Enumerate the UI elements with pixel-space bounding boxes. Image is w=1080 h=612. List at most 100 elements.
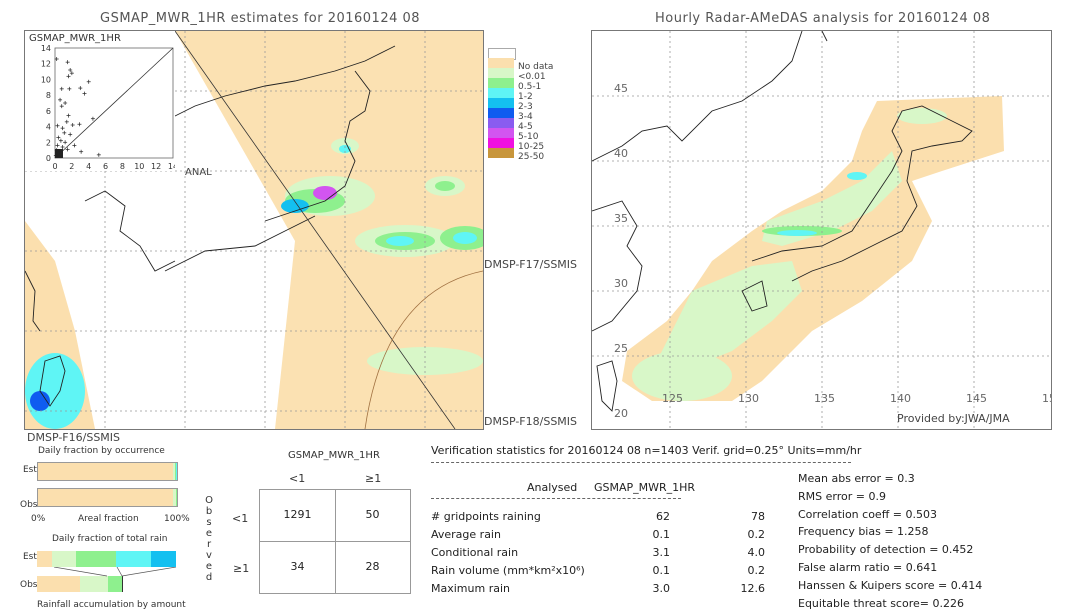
- scatter-xtick: 6: [103, 162, 108, 171]
- verification-gsmap: 78: [751, 510, 765, 523]
- contingency-cell: 34: [290, 560, 305, 573]
- legend-label: 10-25: [518, 142, 545, 152]
- contingency-cell: 50: [365, 508, 380, 521]
- scatter-yticks: 14 12 10 8 6 4 2 0: [41, 44, 51, 163]
- verification-analysed: 3.1: [652, 546, 671, 559]
- contingency-cell: 1291: [283, 508, 312, 521]
- scatter-ytick: 6: [46, 107, 51, 116]
- legend-swatch: [488, 88, 514, 98]
- legend-swatch: [488, 108, 514, 118]
- latitude-label: 45: [614, 82, 628, 95]
- scatter-point: [58, 138, 63, 143]
- data-credit: Provided by:JWA/JMA: [897, 412, 1010, 425]
- verification-score: False alarm ratio = 0.641: [798, 561, 938, 574]
- rain-area: [313, 186, 337, 200]
- scatter-xtick: 4: [86, 162, 91, 171]
- occurrence-obs-label: Obs: [20, 500, 38, 510]
- scatter-ytick: 2: [46, 138, 51, 147]
- scatter-point: [65, 60, 70, 65]
- legend-swatch: [488, 78, 514, 88]
- total-rain-title: Daily fraction of total rain: [52, 534, 168, 544]
- fraction-segment: [38, 463, 173, 480]
- accumulation-title: Rainfall accumulation by amount: [37, 600, 186, 610]
- scatter-xtick: 8: [120, 162, 125, 171]
- legend-swatch: [488, 148, 514, 158]
- fraction-segment: [150, 551, 176, 567]
- scatter-diagonal: [54, 47, 174, 159]
- scatter-point: [55, 143, 60, 148]
- scatter-point: [63, 101, 68, 105]
- latitude-label: 20: [614, 407, 628, 420]
- satellite-label-f16: DMSP-F16/SSMIS: [27, 431, 121, 444]
- rain-area: [386, 236, 414, 246]
- scatter-ytick: 10: [41, 75, 51, 84]
- scatter-point: [77, 122, 82, 127]
- scatter-point: [79, 149, 84, 154]
- scatter-xticks: 0 2 4 6 8 10 12 14: [52, 162, 175, 171]
- verification-analysed: 62: [656, 510, 670, 523]
- occurrence-est-label: Est: [23, 465, 37, 475]
- scatter-point: [78, 86, 83, 91]
- scatter-point: [59, 104, 64, 109]
- rain-area: [25, 353, 85, 429]
- occurrence-obs-bar: [37, 488, 178, 507]
- axis-left-label: 0%: [31, 514, 46, 524]
- satellite-label-f17: DMSP-F17/SSMIS: [484, 258, 578, 271]
- divider: [431, 462, 851, 463]
- scatter-point: [96, 152, 101, 157]
- contingency-col-ge1: ≥1: [365, 472, 382, 485]
- col-analysed: Analysed: [527, 481, 578, 494]
- fraction-segment: [52, 551, 76, 567]
- scatter-xtick: 10: [134, 162, 144, 171]
- verification-score: Frequency bias = 1.258: [798, 525, 929, 539]
- col-gsmap: GSMAP_MWR_1HR: [594, 481, 696, 494]
- scatter-point: [64, 119, 69, 124]
- legend-label: 0.5-1: [518, 82, 542, 92]
- scatter-ytick: 14: [41, 44, 51, 53]
- verification-label: Maximum rain: [431, 582, 510, 595]
- scatter-point: [86, 79, 91, 84]
- scatter-point: [66, 113, 71, 118]
- latitude-label: 30: [614, 277, 628, 290]
- scatter-point: [59, 86, 64, 91]
- fraction-segment: [38, 489, 173, 506]
- verification-header: Verification statistics for 20160124 08 …: [431, 444, 862, 457]
- legend-swatch: [488, 98, 514, 108]
- legend-label: 5-10: [518, 132, 539, 142]
- longitude-label: 145: [966, 392, 987, 405]
- scatter-point: [56, 135, 61, 140]
- fraction-segment: [37, 576, 80, 592]
- contingency-side-label: Observed: [205, 495, 213, 583]
- scatter-ytick: 12: [41, 60, 51, 69]
- contingency-row-ge1: ≥1: [233, 562, 250, 575]
- scatter-point: [60, 126, 65, 131]
- left-map-title: GSMAP_MWR_1HR estimates for 20160124 08: [100, 11, 421, 26]
- legend-label: <0.01: [518, 72, 546, 82]
- verification-score: Correlation coeff = 0.503: [798, 507, 937, 521]
- scatter-points: [53, 57, 101, 158]
- legend-label: 2-3: [518, 102, 533, 112]
- axis-right-label: 100%: [164, 514, 190, 524]
- verification-score: Hanssen & Kuipers score = 0.414: [798, 578, 983, 592]
- left-map: GSMAP_MWR_1HR 14121086420 02468101214 AN…: [24, 30, 484, 430]
- scatter-point: [82, 91, 87, 96]
- scatter-ytick: 0: [46, 154, 51, 163]
- scatter-point: [63, 140, 68, 145]
- contingency-cell: 28: [365, 560, 380, 573]
- fraction-segment: [175, 489, 177, 506]
- longitude-label: 130: [738, 392, 759, 405]
- verification-gsmap: 0.2: [747, 528, 766, 541]
- verification-label: # gridpoints raining: [431, 510, 541, 523]
- verification-analysed: 3.0: [652, 582, 671, 595]
- fraction-segment: [37, 551, 53, 567]
- scatter-point: [68, 132, 73, 137]
- scatter-point: [62, 130, 67, 135]
- scatter-xtick: 14: [168, 162, 175, 171]
- scatter-point: [90, 116, 95, 121]
- legend-swatch: [488, 118, 514, 128]
- scatter-xtick: 0: [52, 162, 57, 171]
- scatter-xtick: 12: [151, 162, 161, 171]
- scatter-xlabel: ANAL: [185, 167, 212, 178]
- longitude-label: 140: [890, 392, 911, 405]
- verification-label: Conditional rain: [431, 546, 519, 559]
